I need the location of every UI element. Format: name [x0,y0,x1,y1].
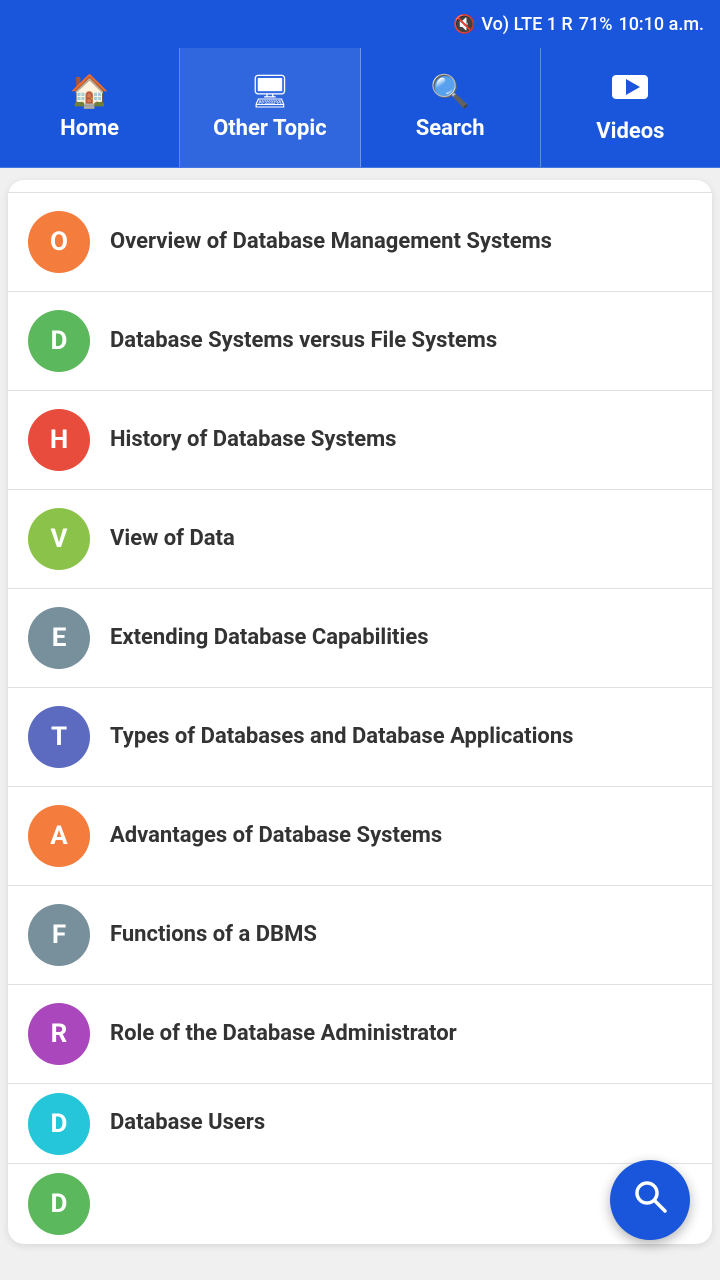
avatar: V [28,508,90,570]
item-title: Database Users [110,1109,692,1138]
list-item[interactable]: O Overview of Database Management Systems [8,192,712,292]
list-item[interactable]: F Functions of a DBMS [8,886,712,985]
item-title: Extending Database Capabilities [110,624,692,653]
list-item[interactable]: D Database Systems versus File Systems [8,292,712,391]
item-title: Role of the Database Administrator [110,1020,692,1049]
list-item[interactable]: T Types of Databases and Database Applica… [8,688,712,787]
item-title: Advantages of Database Systems [110,822,692,851]
other-topic-icon: 🖥 [250,72,291,110]
avatar: H [28,409,90,471]
list-item[interactable]: A Advantages of Database Systems [8,787,712,886]
status-icons: 🔇 Vo) LTE 1 R 71% 10:10 a.m. [453,14,704,35]
videos-icon [612,69,648,113]
item-title: View of Data [110,525,692,554]
avatar: D [28,310,90,372]
mute-icon: 🔇 [453,14,475,35]
nav-videos[interactable]: Videos [541,48,720,167]
item-title: Functions of a DBMS [110,921,692,950]
avatar: R [28,1003,90,1065]
signal-icon: Vo) LTE 1 R [481,14,572,35]
status-bar: 🔇 Vo) LTE 1 R 71% 10:10 a.m. [0,0,720,48]
battery-text: 71% [579,14,613,35]
list-item[interactable]: D Database Users [8,1084,712,1164]
item-title: Types of Databases and Database Applicat… [110,723,692,752]
avatar: A [28,805,90,867]
search-label: Search [416,116,485,142]
home-icon: 🏠 [70,72,110,110]
item-title: History of Database Systems [110,426,692,455]
avatar: E [28,607,90,669]
avatar: O [28,211,90,273]
nav-bar: 🏠 Home 🖥 Other Topic 🔍 Search Videos [0,48,720,168]
list-item[interactable]: R Role of the Database Administrator [8,985,712,1084]
list-item[interactable]: E Extending Database Capabilities [8,589,712,688]
home-label: Home [60,116,119,142]
item-title: Overview of Database Management Systems [110,228,692,257]
list-item-partial: D [8,1164,712,1244]
nav-search[interactable]: 🔍 Search [361,48,541,167]
other-topic-label: Other Topic [213,116,327,142]
avatar: D [28,1093,90,1155]
nav-home[interactable]: 🏠 Home [0,48,180,167]
list-item[interactable]: H History of Database Systems [8,391,712,490]
avatar: T [28,706,90,768]
fab-search-button[interactable] [610,1160,690,1240]
avatar: F [28,904,90,966]
nav-other-topic[interactable]: 🖥 Other Topic [180,48,360,167]
videos-label: Videos [596,119,664,145]
list-item[interactable]: V View of Data [8,490,712,589]
content-area: O Overview of Database Management Systems… [8,180,712,1244]
time-text: 10:10 a.m. [618,14,704,35]
search-nav-icon: 🔍 [430,72,470,110]
item-title: Database Systems versus File Systems [110,327,692,356]
avatar: D [28,1173,90,1235]
fab-search-icon [631,1177,669,1224]
